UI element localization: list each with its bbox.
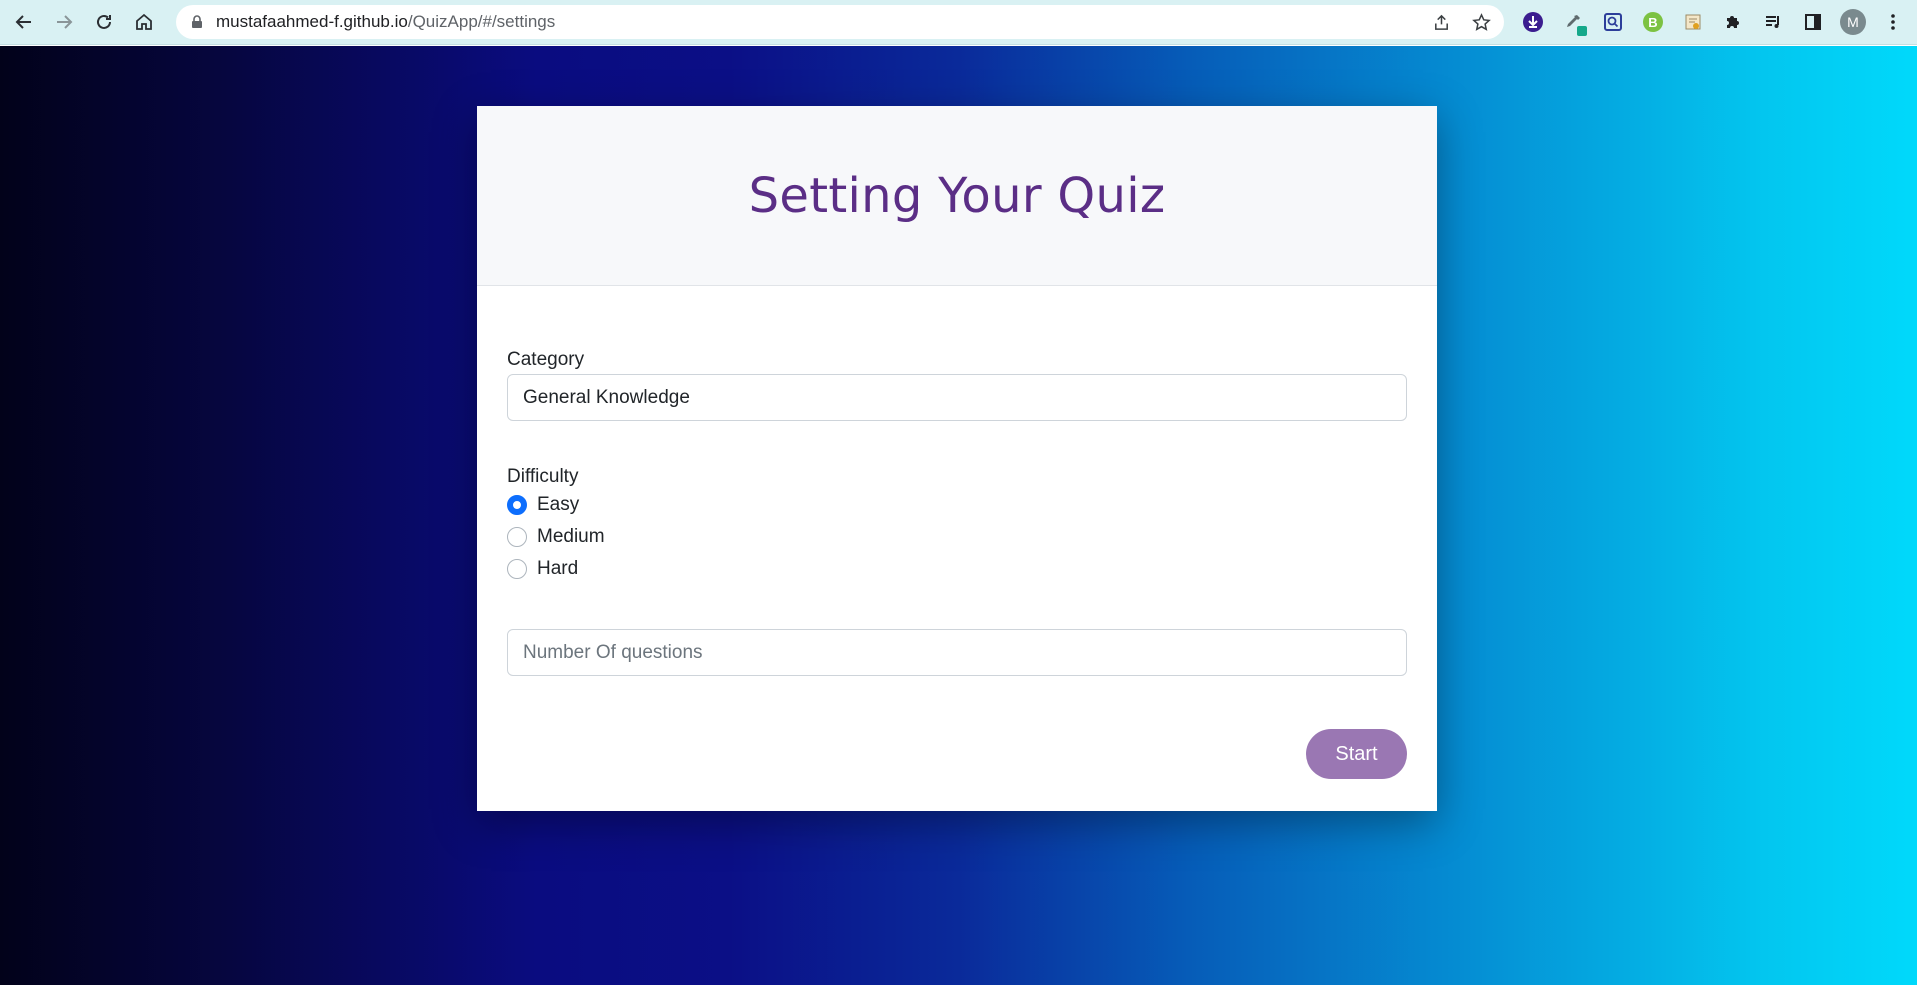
page-ext-icon	[1685, 14, 1701, 30]
b-ext-icon: B	[1643, 12, 1663, 32]
reload-icon	[97, 14, 111, 29]
category-label: Category	[507, 349, 585, 370]
home-button[interactable]	[124, 2, 164, 42]
menu-icon	[1891, 14, 1895, 30]
difficulty-option-medium[interactable]: Medium	[507, 526, 605, 548]
page-title: Setting Your Quiz	[748, 167, 1166, 224]
back-icon	[15, 15, 31, 29]
radio-hard[interactable]	[507, 559, 527, 579]
lock-icon[interactable]	[190, 15, 204, 29]
extensions-area: B M	[1516, 5, 1910, 39]
home-icon	[136, 13, 152, 30]
questions-count-input[interactable]	[507, 629, 1407, 676]
forward-icon	[57, 15, 73, 29]
category-select[interactable]: General Knowledge	[507, 374, 1407, 421]
reload-button[interactable]	[84, 2, 124, 42]
side-panel-button[interactable]	[1796, 5, 1830, 39]
download-ext-icon	[1523, 12, 1543, 32]
browser-toolbar: mustafaahmed-f.github.io/QuizApp/#/setti…	[0, 0, 1917, 45]
search-ext-icon	[1604, 13, 1622, 31]
share-button[interactable]	[1426, 7, 1456, 37]
url-host: mustafaahmed-f.github.io	[216, 12, 408, 31]
eyedropper-extension[interactable]	[1556, 5, 1590, 39]
b-extension[interactable]: B	[1636, 5, 1670, 39]
radio-medium[interactable]	[507, 527, 527, 547]
profile-button[interactable]: M	[1836, 5, 1870, 39]
page-extension[interactable]	[1676, 5, 1710, 39]
media-icon	[1766, 16, 1779, 28]
difficulty-option-easy[interactable]: Easy	[507, 494, 579, 516]
page-background: Setting Your Quiz Category General Knowl…	[0, 46, 1917, 985]
extensions-button[interactable]	[1716, 5, 1750, 39]
start-button[interactable]: Start	[1306, 729, 1407, 779]
radio-label-medium: Medium	[537, 526, 605, 547]
star-icon	[1471, 12, 1491, 31]
back-button[interactable]	[4, 2, 44, 42]
sidepanel-icon	[1805, 14, 1821, 30]
search-extension[interactable]	[1596, 5, 1630, 39]
ext-badge	[1577, 26, 1587, 36]
card-header: Setting Your Quiz	[477, 106, 1437, 286]
quiz-settings-card: Setting Your Quiz Category General Knowl…	[477, 106, 1437, 811]
difficulty-option-hard[interactable]: Hard	[507, 558, 578, 580]
radio-label-easy: Easy	[537, 494, 580, 515]
url-path: /QuizApp/#/settings	[407, 12, 556, 31]
forward-button[interactable]	[44, 2, 84, 42]
share-icon	[1434, 14, 1448, 30]
avatar: M	[1840, 9, 1866, 35]
puzzle-icon	[1727, 16, 1739, 28]
difficulty-label: Difficulty	[507, 466, 579, 487]
radio-easy[interactable]	[507, 495, 527, 515]
browser-menu-button[interactable]	[1876, 5, 1910, 39]
download-extension[interactable]	[1516, 5, 1550, 39]
media-button[interactable]	[1756, 5, 1790, 39]
radio-label-hard: Hard	[537, 558, 579, 579]
address-bar[interactable]: mustafaahmed-f.github.io/QuizApp/#/setti…	[176, 5, 1504, 39]
url-text[interactable]: mustafaahmed-f.github.io/QuizApp/#/setti…	[216, 12, 555, 32]
bookmark-button[interactable]	[1466, 7, 1496, 37]
